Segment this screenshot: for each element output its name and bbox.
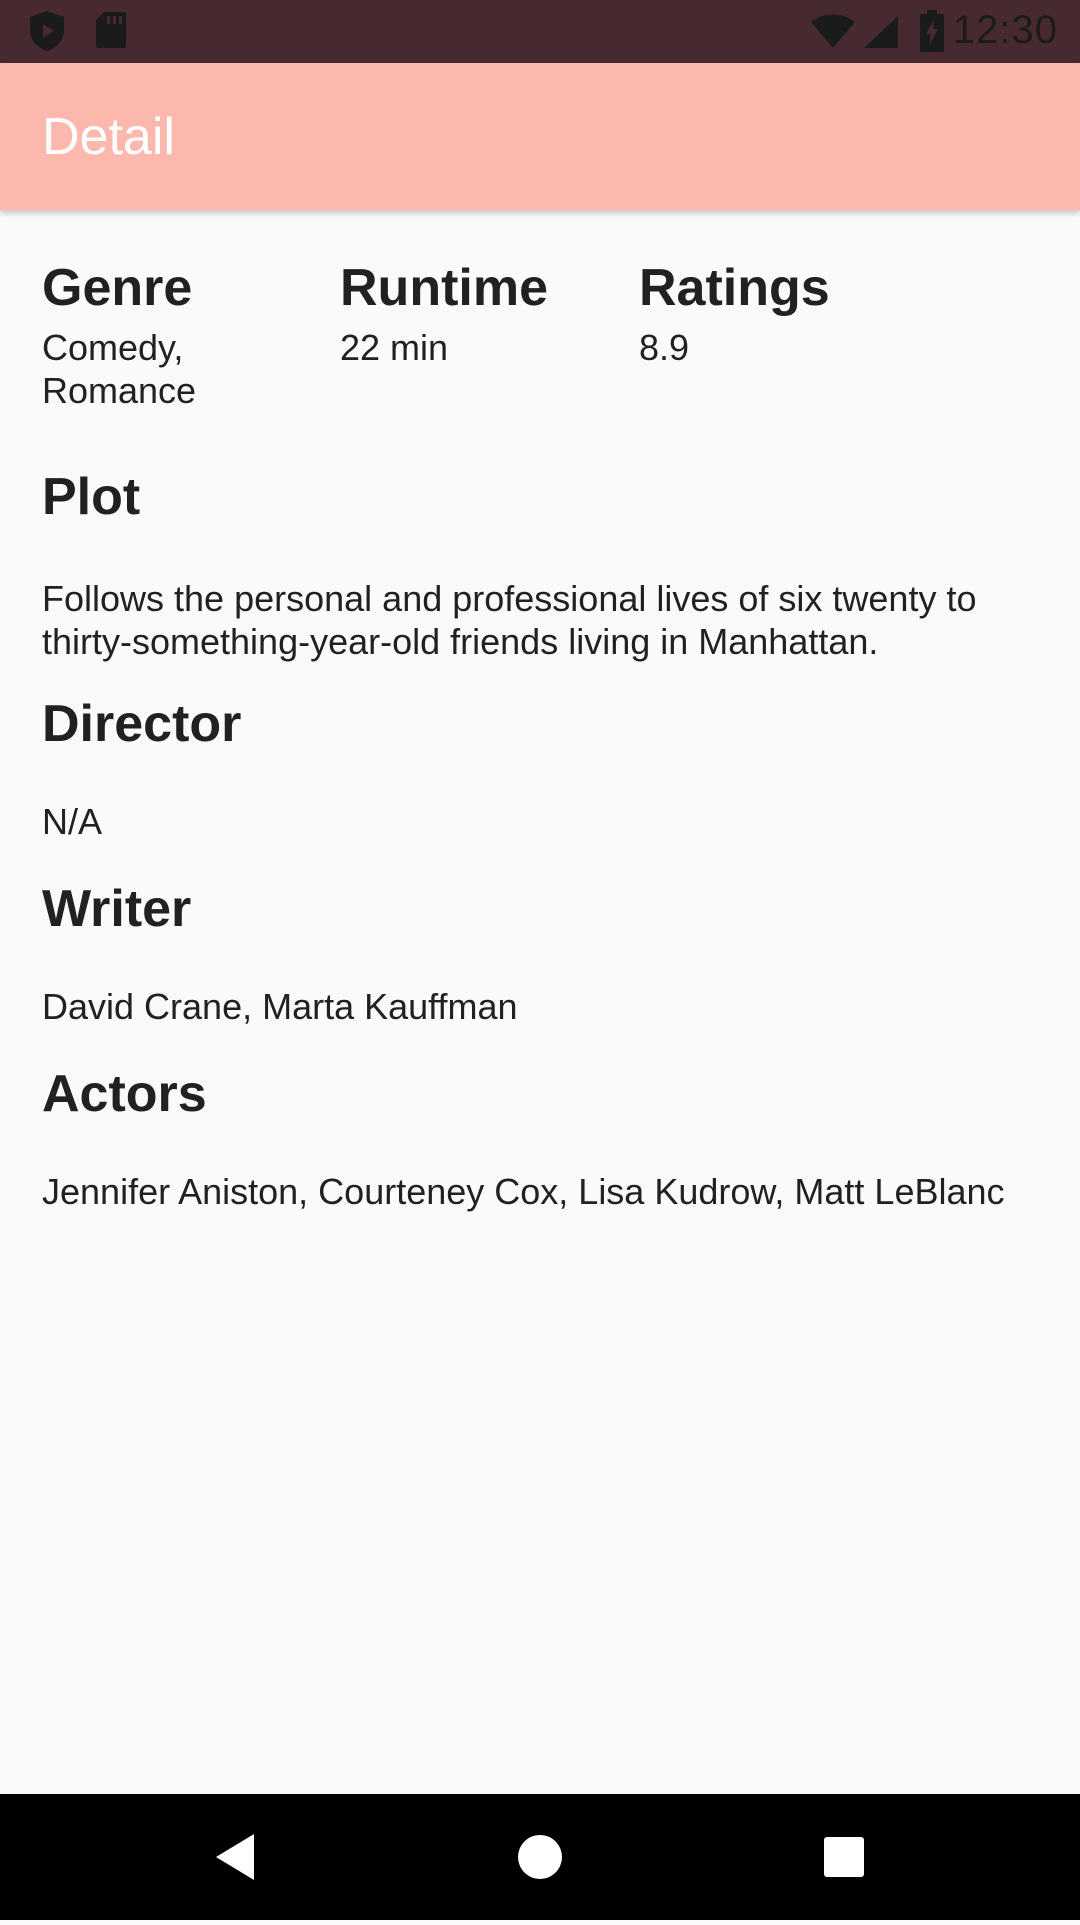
genre-value: Comedy, Romance (42, 327, 197, 411)
runtime-value: 22 min (340, 327, 449, 368)
back-icon (216, 1834, 254, 1880)
detail-content: Genre Comedy, Romance Runtime 22 min Rat… (42, 210, 1042, 425)
runtime-block: Runtime 22 min (340, 256, 630, 369)
status-time: 12:30 (952, 8, 1058, 52)
home-button[interactable] (480, 1794, 600, 1920)
status-bar: 12:30 (0, 0, 1080, 63)
home-icon (518, 1835, 562, 1879)
shield-icon (28, 10, 66, 57)
info-row: Genre Comedy, Romance Runtime 22 min Rat… (42, 210, 1042, 425)
plot-value: Follows the personal and professional li… (42, 578, 977, 662)
wifi-icon (810, 14, 856, 55)
plot-heading: Plot (42, 468, 141, 526)
signal-icon (862, 14, 900, 55)
recents-icon (824, 1837, 864, 1877)
genre-block: Genre Comedy, Romance (42, 256, 332, 412)
app-bar: Detail (0, 63, 1080, 210)
navigation-bar (0, 1794, 1080, 1920)
page-title: Detail (42, 108, 175, 166)
recents-button[interactable] (784, 1794, 904, 1920)
sd-card-icon (94, 10, 128, 55)
writer-heading: Writer (42, 880, 192, 938)
ratings-heading: Ratings (639, 259, 830, 317)
runtime-heading: Runtime (340, 259, 548, 317)
ratings-value: 8.9 (639, 327, 690, 368)
actors-heading: Actors (42, 1065, 207, 1123)
ratings-block: Ratings 8.9 (639, 256, 929, 369)
writer-value: David Crane, Marta Kauffman (42, 986, 518, 1027)
back-button[interactable] (176, 1794, 296, 1920)
battery-charging-icon (918, 10, 946, 57)
director-value: N/A (42, 801, 103, 842)
actors-value: Jennifer Aniston, Courteney Cox, Lisa Ku… (42, 1171, 1005, 1212)
director-heading: Director (42, 695, 242, 753)
genre-heading: Genre (42, 259, 193, 317)
